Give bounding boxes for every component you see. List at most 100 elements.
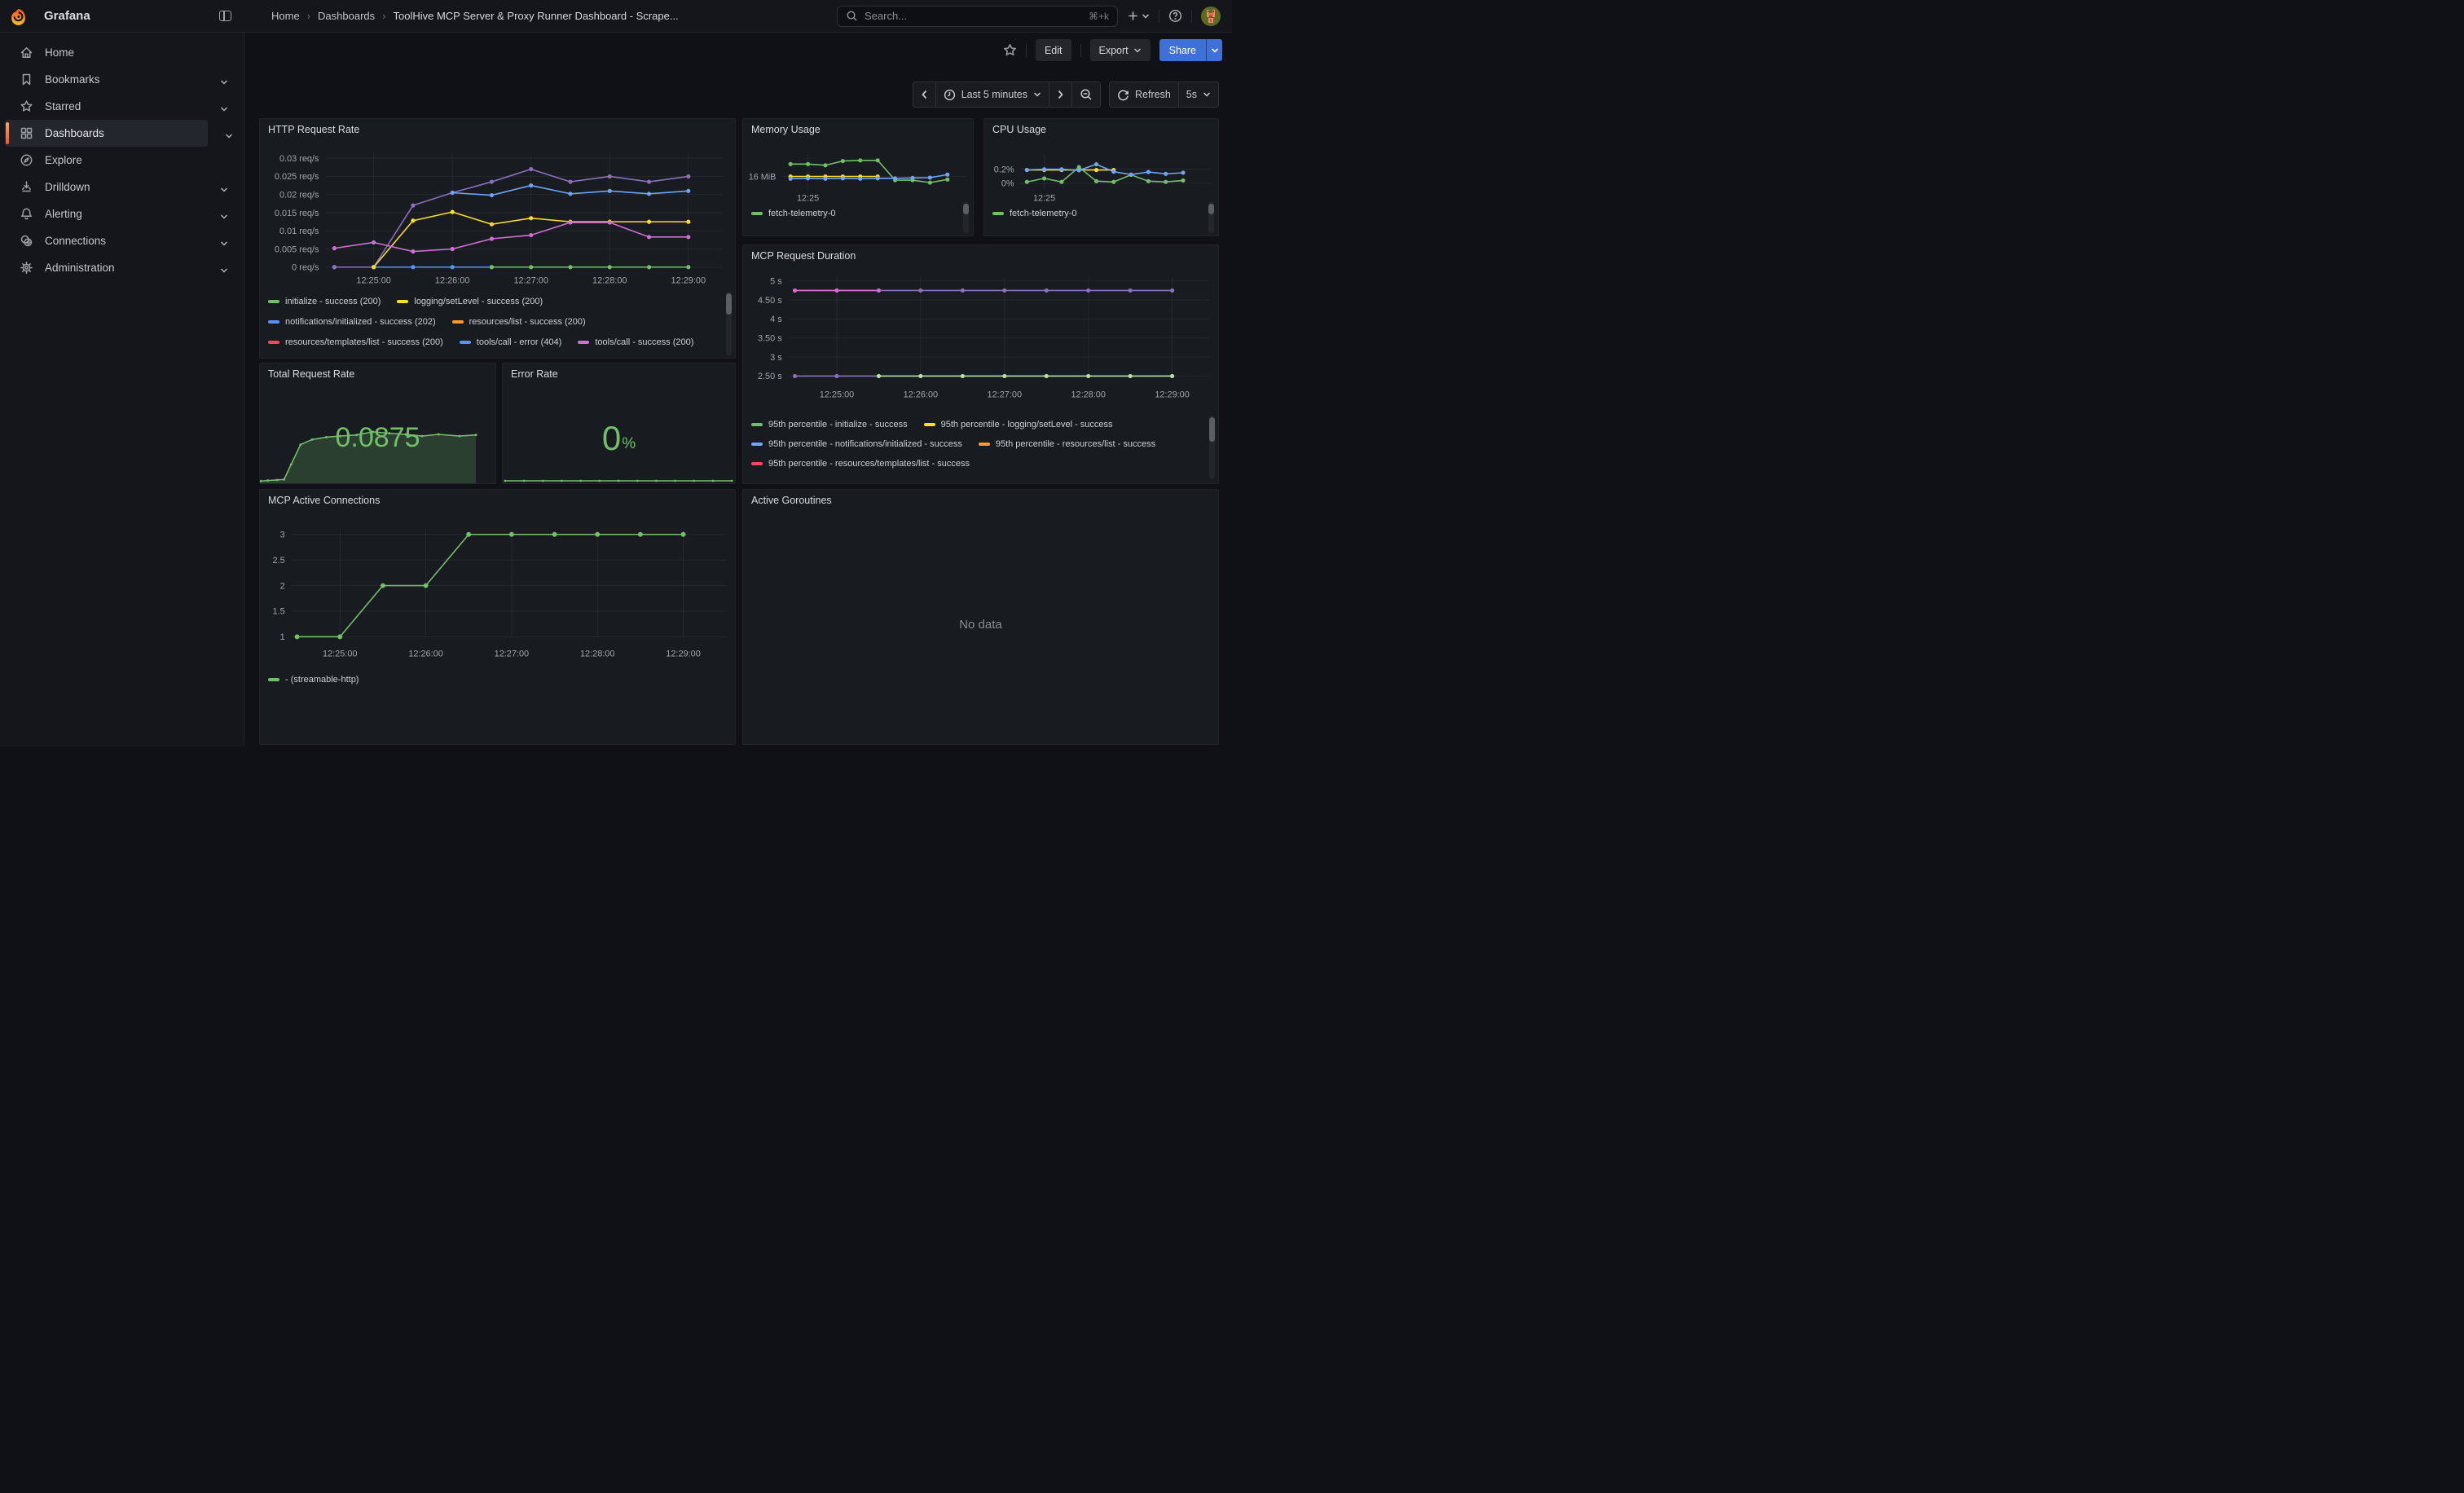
sidebar-item-dashboards[interactable]: Dashboards: [5, 120, 208, 147]
mcp-active-connections-chart[interactable]: 11.522.5312:25:0012:26:0012:27:0012:28:0…: [260, 490, 735, 744]
refresh-interval-picker[interactable]: 5s: [1178, 82, 1218, 107]
connections-icon: [20, 234, 33, 248]
add-new-button[interactable]: [1127, 10, 1150, 22]
time-back-button[interactable]: [913, 82, 935, 107]
sidebar-item-starred[interactable]: Starred: [5, 93, 239, 120]
legend-item[interactable]: resources/templates/list - success (200): [268, 332, 443, 352]
breadcrumb-dashboards[interactable]: Dashboards: [318, 10, 375, 22]
legend-item[interactable]: 95th percentile - logging/setLevel - suc…: [924, 415, 1113, 434]
panel-title[interactable]: Error Rate: [511, 368, 558, 380]
legend-color-marker: [992, 212, 1004, 215]
help-icon[interactable]: [1168, 9, 1182, 23]
chevron-down-icon[interactable]: [220, 183, 228, 192]
panel-title[interactable]: CPU Usage: [992, 124, 1046, 135]
legend-item[interactable]: resources/list - success (200): [452, 311, 586, 332]
chevron-down-icon[interactable]: [225, 130, 233, 138]
svg-text:5 s: 5 s: [770, 276, 782, 286]
edit-button[interactable]: Edit: [1036, 39, 1071, 61]
panel-title[interactable]: HTTP Request Rate: [268, 124, 359, 135]
panel-title[interactable]: MCP Request Duration: [751, 250, 856, 262]
breadcrumb-home[interactable]: Home: [271, 10, 300, 22]
legend-item[interactable]: 95th percentile - notifications/initiali…: [751, 434, 962, 454]
share-button[interactable]: Share: [1159, 39, 1206, 61]
svg-text:12:29:00: 12:29:00: [666, 650, 700, 659]
mcp-request-duration-legend: 95th percentile - initialize - success95…: [751, 415, 1201, 480]
sidebar-item-label: Home: [45, 46, 74, 59]
panel-total-request-rate: Total Request Rate 0.0875: [259, 363, 496, 484]
legend-scrollbar[interactable]: [963, 202, 969, 233]
gear-icon: [20, 261, 33, 275]
refresh-button[interactable]: Refresh: [1110, 82, 1178, 107]
sidebar-item-label: Alerting: [45, 208, 82, 220]
time-range-picker[interactable]: Last 5 minutes: [935, 82, 1049, 107]
sidebar-item-administration[interactable]: Administration: [5, 254, 239, 281]
chevron-down-icon[interactable]: [220, 103, 228, 111]
export-button[interactable]: Export: [1090, 39, 1151, 61]
legend-item[interactable]: notifications/initialized - success (202…: [268, 311, 436, 332]
cpu-usage-legend: fetch-telemetry-0: [992, 205, 1188, 225]
legend-item[interactable]: tools/call - success (200): [578, 332, 693, 352]
svg-text:0.015 req/s: 0.015 req/s: [275, 209, 319, 218]
legend-scrollbar[interactable]: [1208, 202, 1214, 233]
legend-item[interactable]: tools/list - success (200): [268, 352, 381, 358]
svg-text:0%: 0%: [1001, 179, 1014, 189]
panel-title[interactable]: Memory Usage: [751, 124, 821, 135]
sidebar-item-bookmarks[interactable]: Bookmarks: [5, 66, 239, 93]
chevron-down-icon[interactable]: [220, 237, 228, 245]
grafana-logo-icon[interactable]: [10, 7, 27, 25]
legend-item[interactable]: fetch-telemetry-0: [992, 205, 1077, 222]
legend-item[interactable]: - (streamable-http): [268, 669, 359, 690]
brand-name: Grafana: [44, 9, 90, 23]
search-field[interactable]: [865, 10, 1082, 22]
chevron-down-icon[interactable]: [220, 210, 228, 218]
svg-text:3.50 s: 3.50 s: [758, 333, 782, 343]
sidebar-item-explore[interactable]: Explore: [5, 147, 239, 174]
favorite-star-icon[interactable]: [1003, 43, 1017, 57]
legend-item[interactable]: tools/call - error (404): [460, 332, 562, 352]
home-icon: [20, 46, 33, 59]
zoom-out-button[interactable]: [1071, 82, 1100, 107]
svg-text:12:26:00: 12:26:00: [435, 276, 469, 286]
svg-text:12:29:00: 12:29:00: [1155, 390, 1189, 400]
svg-text:0.025 req/s: 0.025 req/s: [275, 172, 319, 182]
chevron-down-icon[interactable]: [220, 264, 228, 272]
sidebar-item-home[interactable]: Home: [5, 39, 239, 66]
refresh-icon: [1117, 89, 1129, 101]
chevron-down-icon: [1203, 91, 1211, 98]
legend-color-marker: [268, 678, 279, 681]
legend-item[interactable]: 95th percentile - initialize - success: [751, 415, 908, 434]
sidebar-item-connections[interactable]: Connections: [5, 227, 239, 254]
legend-item[interactable]: initialize - success (200): [268, 291, 381, 311]
legend-item[interactable]: logging/setLevel - success (200): [397, 291, 543, 311]
drilldown-icon: [20, 180, 33, 194]
share-dropdown-button[interactable]: [1206, 39, 1222, 61]
time-forward-button[interactable]: [1049, 82, 1071, 107]
legend-scrollbar[interactable]: [726, 292, 732, 355]
time-controls: Last 5 minutes Refresh 5s: [913, 81, 1219, 108]
user-avatar[interactable]: [1201, 7, 1221, 26]
legend-item[interactable]: 95th percentile - resources/templates/li…: [751, 454, 970, 473]
legend-item[interactable]: fetch-telemetry-0: [751, 205, 836, 222]
brand-zone: Grafana: [0, 0, 244, 33]
panel-title[interactable]: Active Goroutines: [751, 495, 832, 506]
legend-color-marker: [751, 443, 763, 446]
sidebar-collapse-icon[interactable]: [219, 11, 231, 21]
panel-title[interactable]: Total Request Rate: [268, 368, 354, 380]
legend-item[interactable]: unknown - success (200): [398, 352, 514, 358]
legend-scrollbar[interactable]: [1209, 416, 1215, 479]
breadcrumb: Home › Dashboards › ToolHive MCP Server …: [271, 10, 679, 22]
sidebar-item-alerting[interactable]: Alerting: [5, 200, 239, 227]
svg-text:12:26:00: 12:26:00: [408, 650, 442, 659]
panel-title[interactable]: MCP Active Connections: [268, 495, 380, 506]
svg-text:12:25:00: 12:25:00: [323, 650, 357, 659]
legend-item[interactable]: 95th percentile - resources/list - succe…: [979, 434, 1155, 454]
sidebar-item-drilldown[interactable]: Drilldown: [5, 174, 239, 200]
svg-text:1: 1: [280, 632, 285, 642]
chevron-down-icon: [1142, 12, 1150, 20]
chevron-down-icon[interactable]: [220, 76, 228, 84]
panel-active-goroutines: Active Goroutines No data: [742, 489, 1219, 745]
search-input[interactable]: ⌘+k: [837, 6, 1118, 27]
svg-text:12:29:00: 12:29:00: [671, 276, 706, 286]
top-bar-actions: ⌘+k: [837, 6, 1232, 27]
search-icon: [846, 10, 858, 22]
